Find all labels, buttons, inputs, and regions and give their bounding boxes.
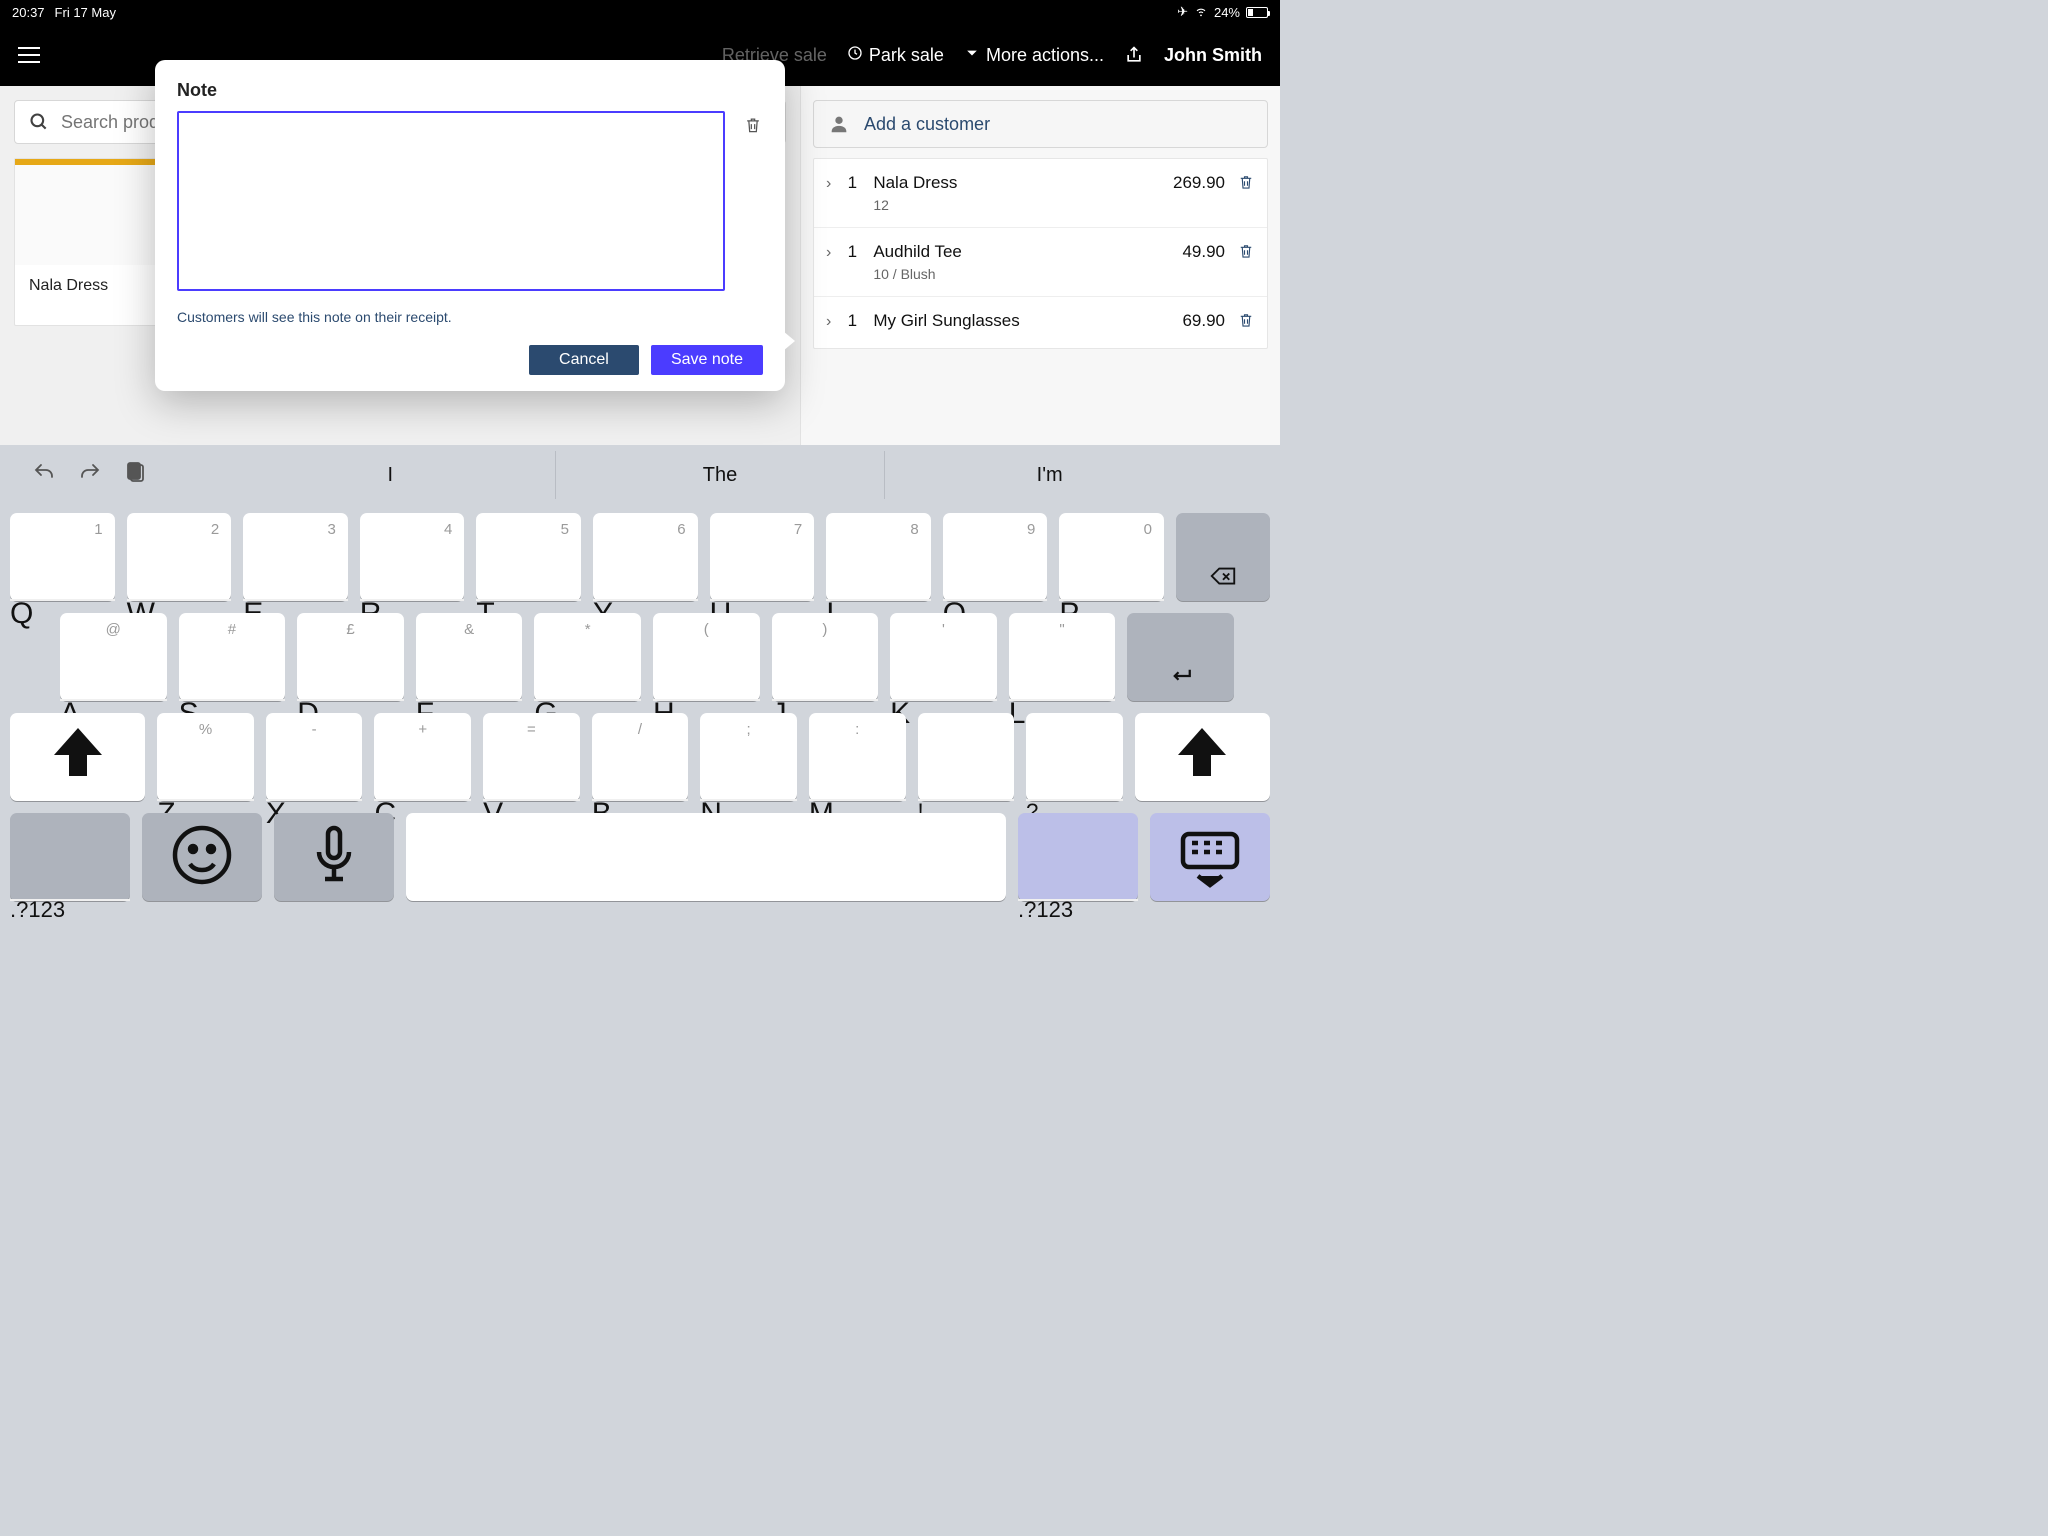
key-L[interactable]: "L (1009, 613, 1116, 701)
key-E[interactable]: 3E (243, 513, 348, 601)
key-V[interactable]: =V (483, 713, 580, 801)
key-Y[interactable]: 6Y (593, 513, 698, 601)
share-icon[interactable] (1124, 45, 1144, 65)
cart-price: 69.90 (1182, 311, 1225, 331)
more-actions-button[interactable]: More actions... (964, 45, 1104, 66)
key-![interactable]: !, (918, 713, 1015, 801)
battery-percent: 24% (1214, 5, 1240, 20)
cart-delete-button[interactable] (1237, 311, 1255, 334)
key-I[interactable]: 8I (826, 513, 931, 601)
key-U[interactable]: 7U (710, 513, 815, 601)
product-card-name: Nala Dress (15, 265, 163, 325)
status-time: 20:37 (12, 5, 45, 20)
numbers-key[interactable]: .?123 (10, 813, 130, 901)
park-sale-button[interactable]: Park sale (847, 45, 944, 66)
emoji-key[interactable] (142, 813, 262, 901)
key-O[interactable]: 9O (943, 513, 1048, 601)
note-delete-button[interactable] (743, 111, 763, 140)
suggestion[interactable]: I'm (884, 451, 1214, 499)
cart-qty: 1 (843, 311, 861, 331)
status-date: Fri 17 May (55, 5, 116, 20)
chevron-right-icon: › (826, 173, 831, 193)
suggestion[interactable]: I (226, 451, 555, 499)
user-name[interactable]: John Smith (1164, 45, 1262, 66)
space-key[interactable] (406, 813, 1006, 901)
redo-icon[interactable] (78, 461, 102, 490)
cart-item-sub: 10 / Blush (873, 266, 1170, 282)
onscreen-keyboard: ITheI'm 1Q2W3E4R5T6Y7U8I9O0P @A#S£D&F*G(… (0, 445, 1280, 960)
chevron-right-icon: › (826, 242, 831, 262)
key-S[interactable]: #S (179, 613, 286, 701)
key-R[interactable]: 4R (360, 513, 465, 601)
cancel-button[interactable]: Cancel (529, 345, 639, 375)
key-B[interactable]: /B (592, 713, 689, 801)
cart-qty: 1 (843, 173, 861, 193)
key-N[interactable]: ;N (700, 713, 797, 801)
cart-row[interactable]: › 1 My Girl Sunglasses 69.90 (814, 297, 1267, 348)
customer-placeholder: Add a customer (864, 114, 990, 135)
cart-list: › 1 Nala Dress 12 269.90 › 1 Audhild Tee 10 / Bl… (813, 158, 1268, 349)
person-icon (828, 113, 850, 135)
battery-icon (1246, 7, 1268, 18)
note-hint: Customers will see this note on their re… (177, 309, 763, 325)
add-customer-button[interactable]: Add a customer (813, 100, 1268, 148)
key-J[interactable]: )J (772, 613, 879, 701)
shift-key[interactable] (10, 713, 145, 801)
search-icon (29, 112, 49, 132)
key-D[interactable]: £D (297, 613, 404, 701)
cart-price: 49.90 (1182, 242, 1225, 262)
key-A[interactable]: @A (60, 613, 167, 701)
shift-key[interactable] (1135, 713, 1270, 801)
key-G[interactable]: *G (534, 613, 641, 701)
cart-item-name: Nala Dress (873, 173, 1161, 193)
note-textarea[interactable] (177, 111, 725, 291)
numbers-key-right[interactable]: .?123 (1018, 813, 1138, 901)
key-X[interactable]: -X (266, 713, 363, 801)
key-Z[interactable]: %Z (157, 713, 254, 801)
cart-delete-button[interactable] (1237, 242, 1255, 265)
cart-item-name: My Girl Sunglasses (873, 311, 1170, 331)
key-H[interactable]: (H (653, 613, 760, 701)
product-card[interactable]: Nala Dress (14, 158, 164, 326)
key-C[interactable]: +C (374, 713, 471, 801)
mic-key[interactable] (274, 813, 394, 901)
key-M[interactable]: :M (809, 713, 906, 801)
key-K[interactable]: 'K (890, 613, 997, 701)
cart-item-name: Audhild Tee (873, 242, 1170, 262)
suggestion[interactable]: The (555, 451, 885, 499)
wifi-icon (1194, 4, 1208, 21)
key-Q[interactable]: 1Q (10, 513, 115, 601)
undo-icon[interactable] (32, 461, 56, 490)
save-note-button[interactable]: Save note (651, 345, 763, 375)
clipboard-icon[interactable] (124, 461, 148, 490)
dismiss-keyboard-key[interactable] (1150, 813, 1270, 901)
cart-row[interactable]: › 1 Audhild Tee 10 / Blush 49.90 (814, 228, 1267, 297)
cart-item-sub: 12 (873, 197, 1161, 213)
cart-delete-button[interactable] (1237, 173, 1255, 196)
backspace-key[interactable] (1176, 513, 1270, 601)
cart-qty: 1 (843, 242, 861, 262)
key-T[interactable]: 5T (476, 513, 581, 601)
key-F[interactable]: &F (416, 613, 523, 701)
key-P[interactable]: 0P (1059, 513, 1164, 601)
status-bar: 20:37 Fri 17 May ✈︎ 24% (0, 0, 1280, 24)
cart-price: 269.90 (1173, 173, 1225, 193)
note-popover: Note Customers will see this note on the… (155, 60, 785, 391)
note-title: Note (177, 80, 763, 101)
menu-icon[interactable] (18, 47, 40, 63)
key-?[interactable]: ?. (1026, 713, 1123, 801)
caret-down-icon (964, 45, 980, 66)
key-W[interactable]: 2W (127, 513, 232, 601)
clock-icon (847, 45, 863, 66)
cart-row[interactable]: › 1 Nala Dress 12 269.90 (814, 159, 1267, 228)
return-key[interactable] (1127, 613, 1234, 701)
airplane-icon: ✈︎ (1177, 4, 1188, 20)
chevron-right-icon: › (826, 311, 831, 331)
